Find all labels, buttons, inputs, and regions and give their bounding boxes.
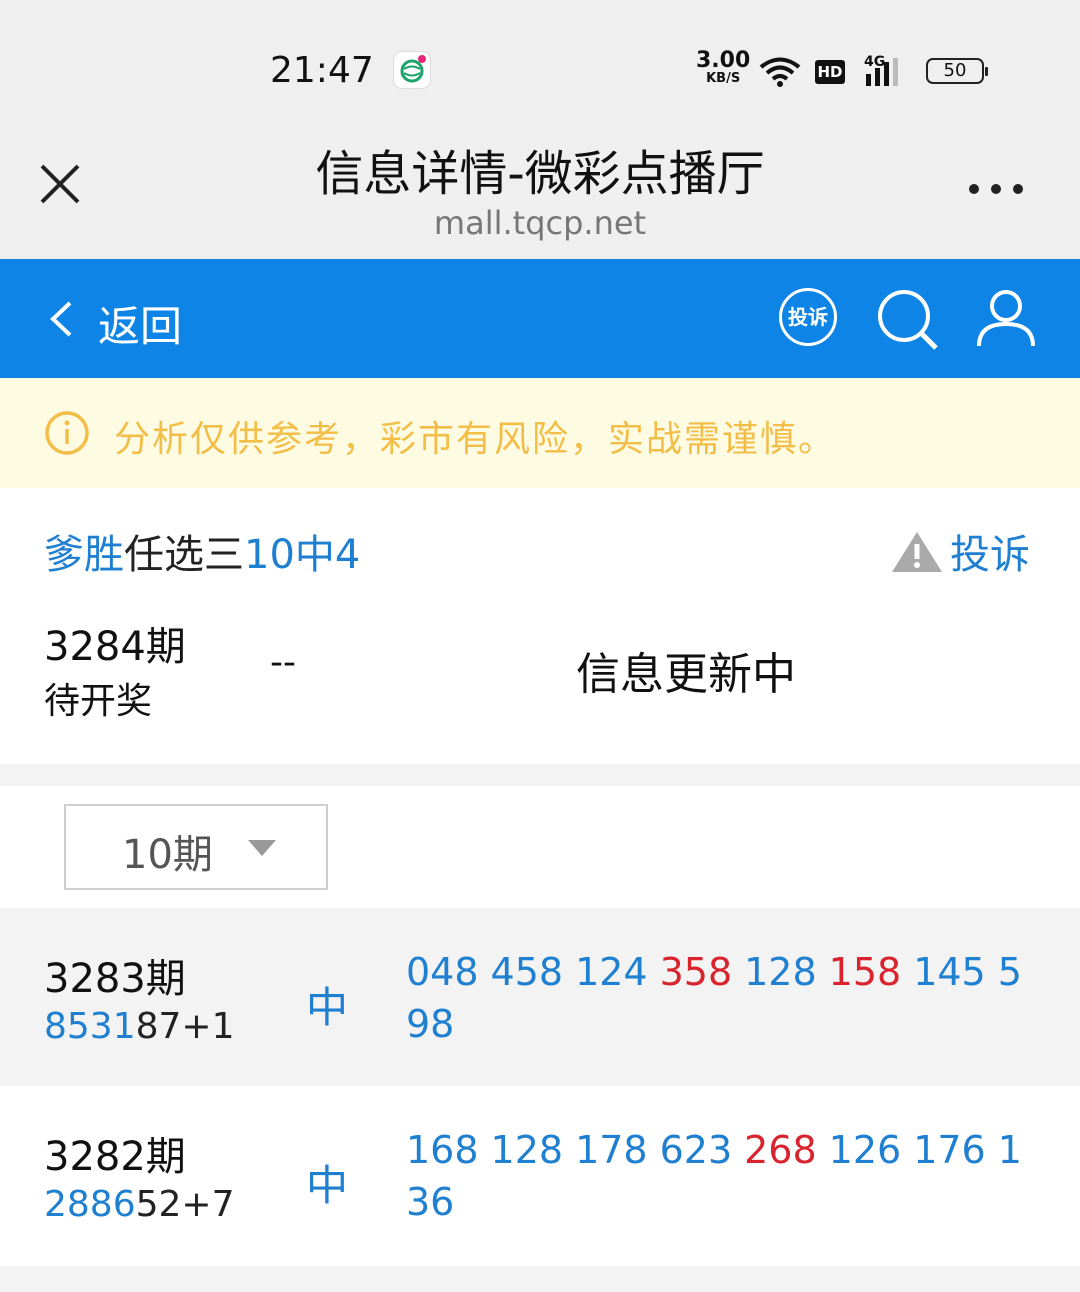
plan-type: 任选三 [124,532,244,578]
network-speed: 3.00 KB/S [696,50,750,88]
plan-record: 10中4 [244,532,361,578]
warning-triangle-icon [892,532,942,572]
plan-author[interactable]: 爹胜 [44,532,124,578]
history-number: 124 [575,950,648,994]
history-code: 853187+1 [44,1006,235,1047]
history-number: 158 [828,950,902,994]
more-menu-icon[interactable] [968,180,1024,194]
section-divider [0,1266,1080,1292]
complain-link[interactable]: 投诉 [890,522,1030,580]
history-code: 288652+7 [44,1184,235,1225]
history-number: 178 [575,1128,648,1172]
current-status: 待开奖 [44,681,153,722]
signal-icon [866,58,910,86]
history-numbers: 048 458 124 358 128 158 145 598 [406,946,1036,1050]
history-code-hit: 2886 [44,1184,136,1225]
battery-indicator: 50 [926,58,988,84]
back-chevron-icon[interactable] [48,300,74,338]
wifi-icon [758,56,802,88]
history-number: 458 [490,950,564,994]
battery-level: 50 [943,60,967,81]
history-number: 176 [913,1128,986,1172]
history-number: 128 [490,1128,564,1172]
page-title: 信息详情-微彩点播厅 [315,146,765,202]
section-divider [0,764,1080,786]
page-url: mall.tqcp.net [433,204,647,242]
history-number: 358 [659,950,733,994]
carrier-app-icon [394,52,430,88]
plan-title: 爹胜任选三10中4 [44,522,360,580]
complain-icon[interactable]: 投诉 [779,288,837,346]
history-code-rest: 87+1 [135,1006,235,1047]
current-message: 信息更新中 [576,649,796,700]
history-number: 145 [913,950,986,994]
risk-notice-text: 分析仅供参考，彩市有风险，实战需谨慎。 [114,419,837,460]
hd-badge: HD [815,60,845,84]
current-value: -- [270,642,296,683]
complain-label: 投诉 [950,532,1030,578]
current-issue: 3284期 [44,624,186,670]
history-code-rest: 52+7 [135,1184,235,1225]
history-number: 168 [406,1128,479,1172]
history-number: 623 [659,1128,733,1172]
info-icon [44,410,90,456]
search-icon[interactable] [876,288,940,352]
history-result: 中 [306,1161,349,1210]
history-result: 中 [306,983,349,1032]
history-issue: 3282期 [44,1134,186,1180]
caret-down-icon [248,840,276,856]
status-time: 21:47 [270,50,374,91]
history-number: 128 [744,950,817,994]
history-numbers: 168 128 178 623 268 126 176 136 [406,1124,1036,1228]
user-icon[interactable] [974,288,1038,352]
history-number: 048 [406,950,479,994]
history-issue: 3283期 [44,956,186,1002]
back-button[interactable]: 返回 [98,293,182,354]
history-number: 126 [828,1128,902,1172]
period-select-value: 10期 [122,832,213,878]
history-number: 268 [744,1128,817,1172]
history-code-hit: 8531 [44,1006,136,1047]
